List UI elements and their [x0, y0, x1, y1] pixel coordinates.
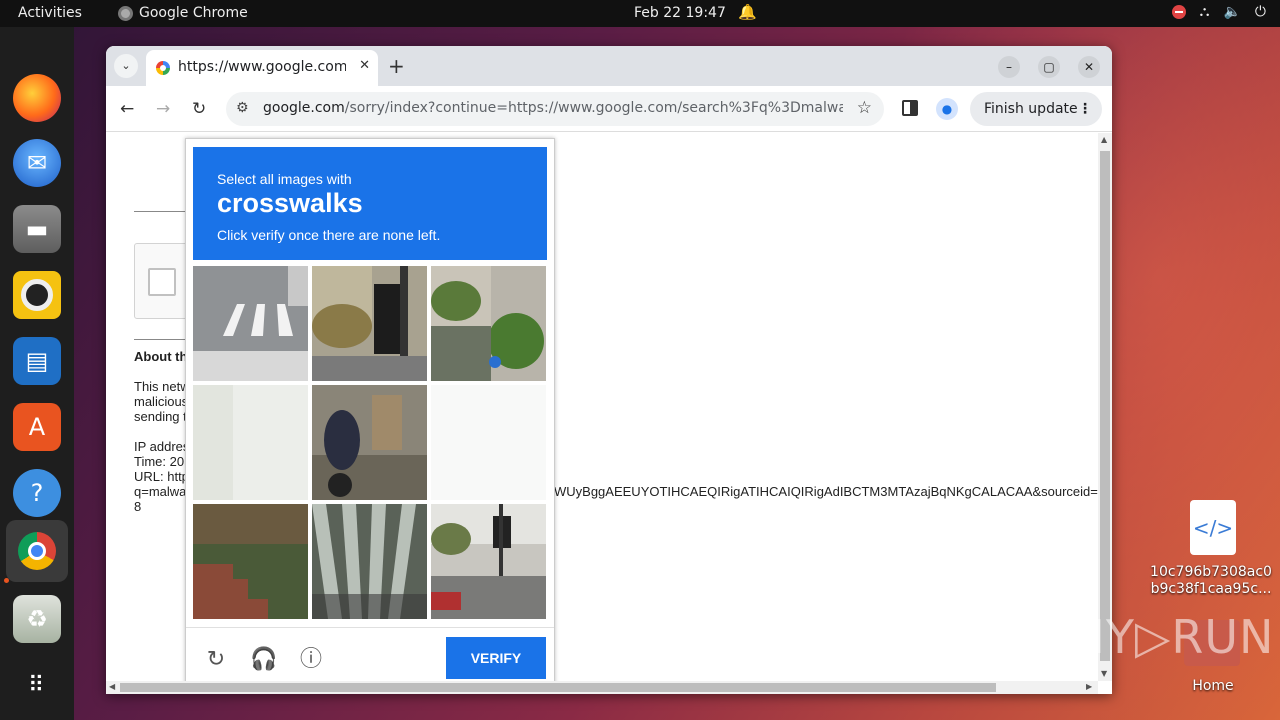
horizontal-scrollbar[interactable]: ◀ ▶ [106, 681, 1098, 694]
volume-icon: 🔈 [1223, 4, 1241, 20]
code-file-icon[interactable]: </> [1190, 500, 1236, 555]
captcha-tile-street-light[interactable] [431, 504, 546, 619]
url-domain: google.com [263, 100, 345, 116]
site-info-icon[interactable]: ⚙ [236, 100, 249, 116]
captcha-tile-faded-1[interactable] [193, 385, 308, 500]
back-icon[interactable]: ← [120, 99, 134, 119]
bell-icon: 🔔 [738, 3, 757, 21]
running-indicator [4, 578, 9, 583]
tab-google-sorry[interactable]: https://www.google.com/sorry ✕ [146, 50, 378, 86]
side-panel-icon[interactable] [902, 100, 918, 116]
address-bar[interactable]: ⚙ google.com/sorry/index?continue=https:… [226, 92, 884, 126]
tab-search-button[interactable]: ⌄ [114, 54, 138, 78]
activities-button[interactable]: Activities [18, 5, 82, 21]
google-favicon-icon [156, 61, 170, 75]
close-tab-icon[interactable]: ✕ [359, 58, 370, 73]
horizontal-scroll-thumb[interactable] [120, 683, 996, 692]
help-icon[interactable]: ? [13, 469, 61, 517]
finish-update-label: Finish update [984, 101, 1078, 117]
reload-icon[interactable]: ↻ [192, 99, 206, 119]
app-grid-icon[interactable]: ⠿ [13, 661, 61, 709]
power-icon: ⏻ [1254, 4, 1266, 20]
dock: ✉ ▬ ▤ A ? ♻ ⠿ [0, 27, 74, 720]
libreoffice-writer-icon[interactable]: ▤ [13, 337, 61, 385]
info-icon[interactable]: ⓘ [298, 646, 324, 672]
vertical-scroll-thumb[interactable] [1100, 151, 1110, 661]
motorcycle-image [312, 385, 427, 500]
chrome-small-icon [118, 5, 133, 21]
captcha-tile-overpass[interactable] [312, 504, 427, 619]
url-continuation: WUyBggAEEUYOTIHCAEQIRigATIHCAIQIRigAdIBC… [554, 484, 1098, 499]
forward-icon[interactable]: → [156, 99, 170, 119]
profile-avatar-icon[interactable]: ● [936, 98, 958, 120]
captcha-tile-crosswalk[interactable] [193, 266, 308, 381]
chrome-logo [18, 532, 56, 570]
close-window-button[interactable]: ✕ [1078, 56, 1100, 78]
rhythmbox-icon[interactable] [13, 271, 61, 319]
scroll-left-arrow-icon[interactable]: ◀ [109, 682, 115, 691]
scroll-up-arrow-icon[interactable]: ▲ [1101, 135, 1107, 144]
app-store-icon[interactable]: A [13, 403, 61, 451]
minimize-button[interactable]: – [998, 56, 1020, 78]
captcha-header: Select all images with crosswalks Click … [193, 147, 547, 260]
captcha-tile-traffic-light[interactable] [312, 266, 427, 381]
maximize-button[interactable]: ▢ [1038, 56, 1060, 78]
stop-icon [1171, 5, 1186, 19]
file-label-line2: b9c38f1caa95c... [1150, 581, 1272, 597]
url-path: /sorry/index?continue=https://www.google… [344, 100, 843, 116]
finish-update-button[interactable]: Finish update ⋮ [970, 92, 1102, 126]
chrome-window: ⌄ https://www.google.com/sorry ✕ + – ▢ ✕… [106, 46, 1112, 694]
vertical-scrollbar[interactable]: ▲ ▼ [1098, 133, 1112, 681]
captcha-instruction: Select all images with [217, 171, 352, 187]
request-details: IP addres Time: 20 URL: http q=malwa 8 [134, 439, 190, 514]
verify-button[interactable]: VERIFY [446, 637, 546, 679]
home-label[interactable]: Home [1184, 678, 1242, 694]
captcha-tile-motorcycle[interactable] [312, 385, 427, 500]
thunderbird-icon[interactable]: ✉ [13, 139, 61, 187]
captcha-hint: Click verify once there are none left. [217, 227, 441, 243]
faded-tile-image [431, 385, 546, 500]
anyrun-watermark: ANY▷RUN [1038, 610, 1275, 664]
captcha-footer: ↻ 🎧 ⓘ VERIFY [186, 627, 554, 681]
brick-wall-image [193, 504, 308, 619]
menu-dots-icon: ⋮ [1078, 101, 1092, 117]
toolbar: ← → ↻ ⚙ google.com/sorry/index?continue=… [106, 86, 1112, 132]
tab-title: https://www.google.com/sorry [178, 59, 346, 75]
street-traffic-light-image [431, 504, 546, 619]
tab-strip: ⌄ https://www.google.com/sorry ✕ + – ▢ ✕ [106, 46, 1112, 86]
captcha-tile-faded-2[interactable] [431, 385, 546, 500]
faded-tile-image [193, 385, 308, 500]
about-heading: About th [134, 349, 188, 364]
files-icon[interactable]: ▬ [13, 205, 61, 253]
traffic-light-image [312, 266, 427, 381]
app-menu[interactable]: Google Chrome [118, 5, 248, 21]
captcha-challenge: Select all images with crosswalks Click … [185, 138, 555, 681]
crosswalk-image [193, 266, 308, 381]
new-tab-button[interactable]: + [388, 54, 405, 78]
recaptcha-checkbox[interactable] [148, 268, 176, 296]
overpass-image [312, 504, 427, 619]
audio-challenge-icon[interactable]: 🎧 [250, 646, 277, 672]
file-label-line1: 10c796b7308ac0 [1150, 564, 1272, 580]
top-bar: Activities Google Chrome Feb 22 19:47 🔔 … [0, 0, 1280, 27]
bookmark-star-icon[interactable]: ☆ [857, 98, 872, 118]
trash-icon[interactable]: ♻ [13, 595, 61, 643]
system-tray[interactable]: ⛬ 🔈 ⏻ [1171, 4, 1266, 20]
network-icon: ⛬ [1199, 4, 1210, 20]
captcha-tile-brick-wall[interactable] [193, 504, 308, 619]
file-label[interactable]: 10c796b7308ac0 b9c38f1caa95c... [1148, 564, 1274, 598]
scroll-down-arrow-icon[interactable]: ▼ [1101, 669, 1107, 678]
scroll-right-arrow-icon[interactable]: ▶ [1086, 682, 1092, 691]
clock[interactable]: Feb 22 19:47 [634, 5, 726, 21]
chrome-icon[interactable] [6, 520, 68, 582]
hedge-image [431, 266, 546, 381]
captcha-tile-hedge[interactable] [431, 266, 546, 381]
app-name: Google Chrome [139, 5, 248, 21]
reload-challenge-icon[interactable]: ↻ [203, 646, 229, 672]
firefox-icon[interactable] [13, 74, 61, 122]
url-text[interactable]: google.com/sorry/index?continue=https://… [263, 100, 843, 116]
page-content: About th This netw malicious sending t I… [106, 133, 1098, 681]
captcha-target: crosswalks [217, 188, 363, 218]
